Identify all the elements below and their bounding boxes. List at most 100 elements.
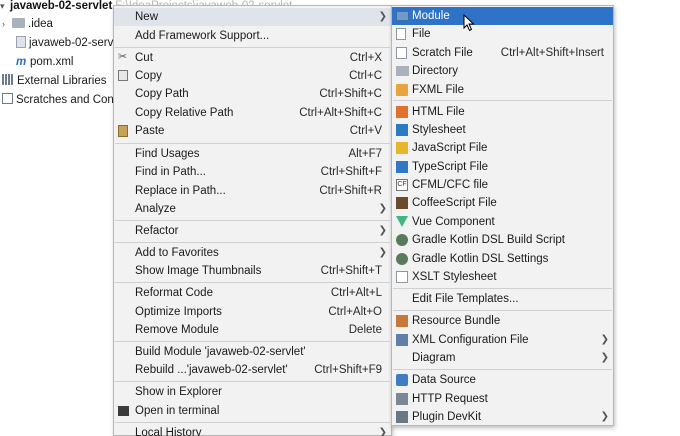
shortcut-label: Ctrl+Shift+F9 xyxy=(314,364,382,376)
chevron-right-icon: ❯ xyxy=(378,247,387,258)
project-name: javaweb-02-servlet xyxy=(10,0,113,12)
menu-item-reformat-code[interactable]: Reformat Code Ctrl+Alt+L xyxy=(114,284,391,302)
submenu-item-scratch-file[interactable]: Scratch File Ctrl+Alt+Shift+Insert xyxy=(392,44,613,62)
submenu-item-module[interactable]: Module xyxy=(392,7,613,25)
css-icon xyxy=(396,124,408,136)
menu-item-label: Copy Relative Path xyxy=(135,107,234,119)
shortcut-label: Ctrl+Shift+C xyxy=(319,88,382,100)
menu-item-label: CoffeeScript File xyxy=(412,197,497,209)
chevron-right-icon: ❯ xyxy=(600,411,609,422)
menu-item-cut[interactable]: ✂ Cut Ctrl+X xyxy=(114,49,391,67)
menu-item-optimize-imports[interactable]: Optimize Imports Ctrl+Alt+O xyxy=(114,303,391,321)
menu-separator xyxy=(115,381,390,382)
submenu-item-gradle-settings[interactable]: Gradle Kotlin DSL Settings xyxy=(392,250,613,268)
menu-item-label: Find in Path... xyxy=(135,166,206,178)
menu-item-copy-relative-path[interactable]: Copy Relative Path Ctrl+Alt+Shift+C xyxy=(114,104,391,122)
html-icon xyxy=(396,106,408,118)
submenu-item-typescript-file[interactable]: TypeScript File xyxy=(392,158,613,176)
menu-item-remove-module[interactable]: Remove Module Delete xyxy=(114,321,391,339)
menu-item-new[interactable]: New ❯ xyxy=(114,8,391,26)
menu-separator xyxy=(115,422,390,423)
menu-item-open-in-terminal[interactable]: Open in terminal xyxy=(114,402,391,420)
submenu-item-gradle-build-script[interactable]: Gradle Kotlin DSL Build Script xyxy=(392,231,613,249)
menu-item-label: Add Framework Support... xyxy=(135,30,270,42)
submenu-item-html-file[interactable]: HTML File xyxy=(392,103,613,121)
tree-item-idea[interactable]: › .idea xyxy=(2,15,53,33)
submenu-item-directory[interactable]: Directory xyxy=(392,62,613,80)
menu-item-label: Open in terminal xyxy=(135,405,220,417)
menu-item-label: Refactor xyxy=(135,225,179,237)
menu-item-label: HTML File xyxy=(412,106,465,118)
menu-item-local-history[interactable]: Local History ❯ xyxy=(114,424,391,436)
menu-item-copy-path[interactable]: Copy Path Ctrl+Shift+C xyxy=(114,85,391,103)
menu-separator xyxy=(115,143,390,144)
submenu-item-stylesheet[interactable]: Stylesheet xyxy=(392,121,613,139)
menu-item-find-in-path[interactable]: Find in Path... Ctrl+Shift+F xyxy=(114,163,391,181)
terminal-icon xyxy=(118,406,129,416)
menu-item-label: Resource Bundle xyxy=(412,315,501,327)
submenu-item-edit-file-templates[interactable]: Edit File Templates... xyxy=(392,290,613,308)
menu-item-label: Directory xyxy=(412,65,459,77)
menu-item-label: XML Configuration File xyxy=(412,334,529,346)
tree-item-external-libraries[interactable]: External Libraries xyxy=(2,72,106,90)
submenu-item-vue-component[interactable]: Vue Component xyxy=(392,213,613,231)
submenu-item-plugin-devkit[interactable]: Plugin DevKit ❯ xyxy=(392,408,613,426)
menu-item-copy[interactable]: Copy Ctrl+C xyxy=(114,67,391,85)
chevron-right-icon: ❯ xyxy=(378,427,387,436)
file-icon xyxy=(396,28,406,40)
database-icon xyxy=(396,374,408,386)
menu-separator xyxy=(115,341,390,342)
menu-item-label: HTTP Request xyxy=(412,393,488,405)
chevron-right-icon: ❯ xyxy=(378,11,387,22)
menu-item-label: Scratch File xyxy=(412,47,473,59)
menu-item-label: Vue Component xyxy=(412,216,495,228)
menu-item-add-framework-support[interactable]: Add Framework Support... xyxy=(114,27,391,45)
menu-item-add-to-favorites[interactable]: Add to Favorites ❯ xyxy=(114,244,391,262)
menu-item-label: Data Source xyxy=(412,374,476,386)
menu-item-label: Copy Path xyxy=(135,88,189,100)
menu-item-label: Reformat Code xyxy=(135,287,213,299)
menu-item-label: Local History xyxy=(135,427,202,436)
menu-item-show-in-explorer[interactable]: Show in Explorer xyxy=(114,383,391,401)
submenu-item-coffeescript-file[interactable]: CoffeeScript File xyxy=(392,194,613,212)
ide-window: ▾javaweb-02-servletF:\IdeaProjects\javaw… xyxy=(0,0,680,436)
submenu-item-diagram[interactable]: Diagram ❯ xyxy=(392,349,613,367)
tree-item-label: pom.xml xyxy=(30,56,74,68)
submenu-item-file[interactable]: File xyxy=(392,25,613,43)
menu-item-refactor[interactable]: Refactor ❯ xyxy=(114,222,391,240)
menu-item-label: Show Image Thumbnails xyxy=(135,265,262,277)
menu-item-analyze[interactable]: Analyze ❯ xyxy=(114,200,391,218)
submenu-item-cfml-file[interactable]: CF CFML/CFC file xyxy=(392,176,613,194)
menu-item-label: Find Usages xyxy=(135,148,200,160)
submenu-item-javascript-file[interactable]: JavaScript File xyxy=(392,139,613,157)
chevron-down-icon[interactable]: ▾ xyxy=(0,1,10,12)
menu-item-replace-in-path[interactable]: Replace in Path... Ctrl+Shift+R xyxy=(114,182,391,200)
menu-item-rebuild-module[interactable]: Rebuild ...'javaweb-02-servlet' Ctrl+Shi… xyxy=(114,361,391,379)
menu-item-label: Edit File Templates... xyxy=(412,293,519,305)
tree-item-label: .idea xyxy=(28,18,53,30)
submenu-item-xslt-stylesheet[interactable]: XSLT Stylesheet xyxy=(392,268,613,286)
chevron-right-icon[interactable]: › xyxy=(2,15,12,33)
menu-item-paste[interactable]: Paste Ctrl+V xyxy=(114,122,391,140)
menu-item-label: FXML File xyxy=(412,84,464,96)
menu-item-show-image-thumbnails[interactable]: Show Image Thumbnails Ctrl+Shift+T xyxy=(114,262,391,280)
scratches-icon xyxy=(2,93,13,104)
submenu-item-resource-bundle[interactable]: Resource Bundle xyxy=(392,312,613,330)
submenu-item-fxml-file[interactable]: FXML File xyxy=(392,81,613,99)
submenu-item-data-source[interactable]: Data Source xyxy=(392,371,613,389)
maven-icon: m xyxy=(16,56,27,68)
chevron-right-icon: ❯ xyxy=(378,225,387,236)
submenu-item-http-request[interactable]: HTTP Request xyxy=(392,390,613,408)
iml-file-icon xyxy=(16,36,26,48)
submenu-item-xml-configuration-file[interactable]: XML Configuration File ❯ xyxy=(392,331,613,349)
menu-item-label: CFML/CFC file xyxy=(412,179,489,191)
menu-item-label: Paste xyxy=(135,125,165,137)
menu-item-label: Remove Module xyxy=(135,324,219,336)
menu-item-label: Gradle Kotlin DSL Build Script xyxy=(412,234,565,246)
tree-item-pom[interactable]: m pom.xml xyxy=(16,53,73,71)
menu-item-find-usages[interactable]: Find Usages Alt+F7 xyxy=(114,145,391,163)
typescript-icon xyxy=(396,161,408,173)
menu-separator xyxy=(115,220,390,221)
menu-item-build-module[interactable]: Build Module 'javaweb-02-servlet' xyxy=(114,343,391,361)
shortcut-label: Ctrl+Alt+L xyxy=(330,287,382,299)
